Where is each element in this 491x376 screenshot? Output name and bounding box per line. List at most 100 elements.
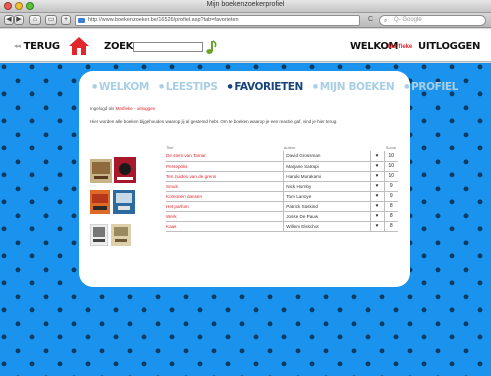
music-note-icon[interactable] [205,39,217,55]
login-logout-link[interactable]: uitloggen [137,106,155,111]
bullet-icon: ● [404,83,410,90]
book-title-link[interactable]: Werk [166,211,284,222]
book-score: 8 [383,221,398,232]
heart-icon[interactable]: ♥ [369,171,385,182]
book-author: Haruki Murakami [283,171,371,182]
book-author: Josse De Pauw [283,211,371,222]
window-titlebar: Mijn boekenzoekerprofiel [0,0,491,13]
heart-icon[interactable]: ♥ [369,221,385,232]
book-title-link[interactable]: De stem van Tamar [166,151,284,162]
bullet-icon: ● [158,83,164,90]
book-cover-image[interactable] [90,190,110,214]
add-bookmark-button[interactable]: + [61,15,71,25]
tab-mijn-boeken-label: MIJN BOEKEN [319,81,395,93]
book-score: 10 [383,161,398,172]
tab-favorieten[interactable]: ● FAVORIETEN [227,81,304,93]
book-cover-image[interactable] [111,224,131,246]
heart-icon[interactable]: ♥ [369,201,385,212]
tab-welkom[interactable]: ● WELKOM [92,81,149,93]
home-icon[interactable]: ⌂ [29,15,41,25]
tab-mijn-boeken[interactable]: ● MIJN BOEKEN [312,81,395,93]
login-status: Ingelogd als Marfieke - uitloggen [90,106,155,111]
house-icon[interactable] [68,36,90,56]
table-row: Komonen dansen Tom Lanoye ♥ 9 [166,191,398,202]
heart-icon[interactable]: ♥ [369,191,385,202]
heart-icon[interactable]: ♥ [369,151,385,162]
tab-profiel-label: PROFIEL [411,81,458,93]
tab-welkom-label: WELKOM [98,81,149,93]
intro-text: Hier worden alle boeken bijgehouden waar… [90,119,338,124]
table-row: Smuk Nick Hornby ♥ 9 [166,181,398,192]
table-row: Het parfum Patrick Süskind ♥ 8 [166,201,398,212]
table-header-row: Titel Auteur Score [166,144,398,151]
back-link-label: TERUG [23,41,60,52]
heart-icon[interactable]: ♥ [369,211,385,222]
tab-profiel[interactable]: ● PROFIEL [404,81,458,93]
column-header-score: Score [385,145,397,150]
book-author: David Grossman [283,151,371,162]
book-author: Willem Elsschot [283,221,371,232]
forward-button[interactable]: ▶ [14,15,24,25]
tab-leestips-label: LEESTIPS [165,81,218,93]
back-button[interactable]: ◀ [4,15,14,25]
book-title-link[interactable]: Het parfum [166,201,284,212]
book-title-link[interactable]: Smuk [166,181,284,192]
book-author: Tom Lanoye [283,191,371,202]
book-score: 8 [383,201,398,212]
content-panel: ● WELKOM ● LEESTIPS ● FAVORIETEN ● MIJN BOEK… [79,71,458,287]
address-text: http://www.boekenzoeker.be/16526/profiel… [88,17,239,23]
column-header-heart [370,144,384,151]
book-cover-image[interactable] [114,157,136,183]
book-cover-image[interactable] [90,159,112,183]
book-score: 9 [383,181,398,192]
login-status-prefix: Ingelogd als [90,106,115,111]
book-title-link[interactable]: Komonen dansen [166,191,284,202]
book-score: 9 [383,191,398,202]
table-row: Ten zuiden van de grens Haruki Murakami ♥ 1… [166,171,398,182]
table-row: Persepolis Marjane Satrapi ♥ 10 [166,161,398,172]
table-row: Kaas Willem Elsschot ♥ 8 [166,221,398,232]
favorites-table: Titel Auteur Score De stem van Tamar Davi… [166,144,398,232]
column-header-title: Titel [166,145,174,150]
bullet-icon: ● [312,83,318,90]
table-row: Werk Josse De Pauw ♥ 8 [166,211,398,222]
double-arrow-left-icon: ◂◂ [14,42,21,50]
book-author: Nick Hornby [283,181,371,192]
search-label: ZOEK [104,41,134,52]
book-title-link[interactable]: Ten zuiden van de grens [166,171,284,182]
logout-link[interactable]: UITLOGGEN [418,41,480,52]
address-bar[interactable]: http://www.boekenzoeker.be/16526/profiel… [75,15,360,26]
bullet-icon: ● [92,83,97,90]
book-cover-image[interactable] [90,224,108,246]
site-header: ◂◂ TERUG ZOEK WELKOM Marfieke UITLOGGEN [0,29,491,62]
book-score: 10 [383,151,398,162]
browser-search-placeholder: Q- Google [394,17,422,23]
login-user-link[interactable]: Marfieke [116,106,133,111]
book-author: Marjane Satrapi [283,161,371,172]
browser-toolbar: ◀ ▶ ⌂ ▭ + http://www.boekenzoeker.be/165… [0,13,491,28]
book-title-link[interactable]: Persepolis [166,161,284,172]
tab-leestips[interactable]: ● LEESTIPS [159,81,218,93]
search-icon: ⌕ [384,18,388,24]
bullet-icon: ● [227,83,233,90]
reload-button[interactable]: C [366,15,375,25]
heart-icon[interactable]: ♥ [369,161,385,172]
back-link[interactable]: ◂◂ TERUG [14,41,60,52]
book-cover-image[interactable] [113,190,135,214]
user-name-link[interactable]: Marfieke [388,44,412,50]
table-row: De stem van Tamar David Grossman ♥ 10 [166,151,398,162]
site-favicon-icon [78,18,85,23]
window-title: Mijn boekenzoekerprofiel [206,1,285,8]
book-title-link[interactable]: Kaas [166,221,284,232]
site-search-input[interactable] [133,42,203,52]
book-score: 8 [383,211,398,222]
profile-nav: ● WELKOM ● LEESTIPS ● FAVORIETEN ● MIJN BOEK… [92,81,458,93]
favorites-table-body: De stem van Tamar David Grossman ♥ 10 Persep… [166,151,398,232]
browser-search-input[interactable]: ⌕ Q- Google [379,15,486,26]
book-author: Patrick Süskind [283,201,371,212]
heart-icon[interactable]: ♥ [369,181,385,192]
bookmark-icon[interactable]: ▭ [45,15,57,25]
tab-favorieten-label: FAVORIETEN [234,81,303,93]
column-header-author: Auteur [283,145,296,150]
book-score: 10 [383,171,398,182]
